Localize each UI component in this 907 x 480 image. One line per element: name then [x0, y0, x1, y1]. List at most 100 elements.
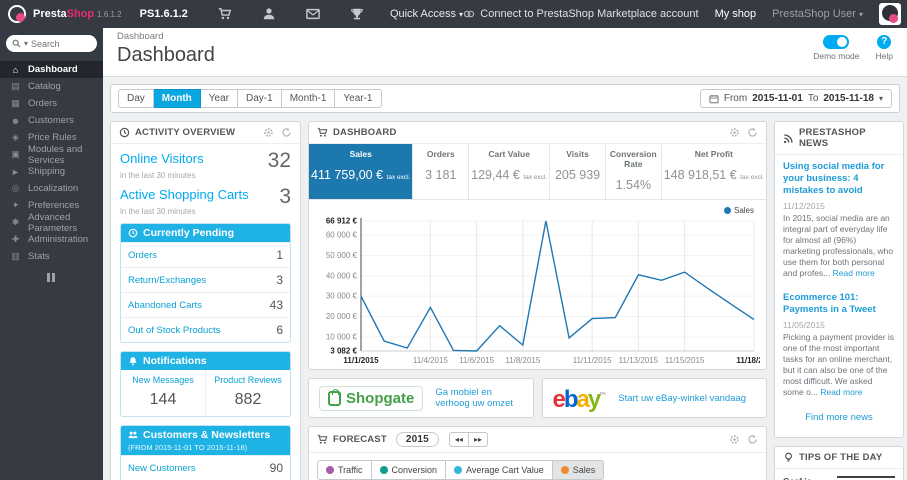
sidebar-item-advanced-parameters[interactable]: ✱ Advanced Parameters: [0, 212, 103, 234]
tips-headline: Geef je Sales in het buitenland een Boos…: [783, 476, 829, 480]
pending-returns-row[interactable]: Return/Exchanges 3: [121, 267, 290, 292]
pending-orders-row[interactable]: Orders 1: [121, 242, 290, 267]
chevron-down-icon: ▾: [858, 10, 863, 19]
user-menu[interactable]: PrestaShop User ▾: [772, 8, 863, 20]
shopgate-link[interactable]: Ga mobiel en verhoog uw omzet: [435, 387, 522, 409]
shop-name[interactable]: PS1.6.1.2: [140, 8, 188, 20]
ebay-link[interactable]: Start uw eBay-winkel vandaag: [618, 393, 746, 404]
sidebar-item-dashboard[interactable]: ⌂ Dashboard: [0, 61, 103, 78]
svg-text:30 000 €: 30 000 €: [326, 292, 358, 301]
avatar[interactable]: [879, 3, 901, 25]
forecast-year[interactable]: 2015: [395, 432, 439, 447]
sidebar-item-modules[interactable]: ▣ Modules and Services: [0, 144, 103, 166]
lightbulb-icon: [783, 452, 794, 463]
read-more-link[interactable]: Read more: [820, 387, 862, 397]
demo-mode-toggle[interactable]: Demo mode: [813, 35, 860, 61]
kpi-cart-value[interactable]: Cart Value 129,44 € tax excl.: [468, 144, 549, 199]
modules-icon: ▣: [11, 149, 20, 159]
search-type-caret-icon[interactable]: ▾: [24, 39, 28, 48]
sidebar-item-administration[interactable]: ✚ Administration: [0, 231, 103, 248]
help-button[interactable]: ? Help: [876, 35, 893, 61]
page-title: Dashboard: [117, 44, 215, 66]
sidebar-collapse-button[interactable]: [46, 273, 57, 282]
product-reviews-cell[interactable]: Product Reviews 882: [205, 370, 290, 416]
kpi-orders[interactable]: Orders 3 181: [412, 144, 468, 199]
kpi-net-profit[interactable]: Net Profit 148 918,51 € tax excl.: [660, 144, 766, 199]
range-day-1-button[interactable]: Day-1: [238, 89, 282, 108]
svg-text:66 912 €: 66 912 €: [326, 217, 358, 226]
notifications-section: Notifications New Messages 144 Product Re…: [120, 351, 291, 417]
date-range-picker[interactable]: From 2015-11-01 To 2015-11-18 ▾: [699, 89, 892, 108]
range-month-1-button[interactable]: Month-1: [281, 89, 336, 108]
refresh-icon[interactable]: [281, 127, 292, 138]
range-year-1-button[interactable]: Year-1: [335, 89, 382, 108]
range-month-button[interactable]: Month: [153, 89, 201, 108]
forecast-next-button[interactable]: ▸▸: [467, 432, 488, 447]
prestashop-logo-icon[interactable]: [8, 5, 26, 23]
messages-icon[interactable]: [306, 7, 320, 21]
find-more-news-link[interactable]: Find more news: [783, 412, 895, 423]
forecast-conversion-button[interactable]: Conversion: [371, 460, 447, 480]
pending-abandoned-carts-row[interactable]: Abandoned Carts 43: [121, 292, 290, 317]
page-header: Dashboard Dashboard Demo mode ? Help: [103, 28, 907, 77]
kpi-row: Sales 411 759,00 € tax excl. Orders 3 181 …: [309, 144, 766, 200]
marketplace-link[interactable]: Connect to PrestaShop Marketplace accoun…: [463, 8, 699, 20]
bell-icon: [128, 356, 138, 366]
sidebar-item-stats[interactable]: ▥ Stats: [0, 248, 103, 265]
forecast-traffic-button[interactable]: Traffic: [317, 460, 372, 480]
online-visitors-link[interactable]: Online Visitors: [120, 151, 204, 166]
active-carts-link[interactable]: Active Shopping Carts: [120, 187, 249, 202]
gear-icon[interactable]: [729, 127, 740, 138]
news-article-title[interactable]: Using social media for your business: 4 …: [783, 161, 895, 197]
news-header: PRESTASHOP NEWS: [775, 122, 903, 155]
cart-icon[interactable]: [218, 7, 232, 21]
clock-icon: [119, 127, 130, 138]
link-icon: [463, 8, 475, 20]
refresh-icon[interactable]: [747, 434, 758, 445]
svg-text:11/18/201: 11/18/201: [736, 356, 760, 365]
gear-icon[interactable]: [729, 434, 740, 445]
sidebar-item-localization[interactable]: ◎ Localization: [0, 180, 103, 197]
search-input[interactable]: [31, 38, 87, 49]
sales-line-chart: 66 912 € 60 000 € 50 000 € 40 000 € 30 000 €…: [326, 217, 760, 366]
ingenico-logo[interactable]: ingenico Payment services: [833, 475, 895, 480]
refresh-icon[interactable]: [747, 127, 758, 138]
rss-icon: [783, 133, 794, 144]
gears-icon: ✱: [11, 217, 20, 227]
new-messages-cell[interactable]: New Messages 144: [121, 370, 205, 416]
range-day-button[interactable]: Day: [118, 89, 154, 108]
ebay-ad[interactable]: ebay™ Start uw eBay-winkel vandaag: [541, 378, 767, 418]
pending-out-of-stock-row[interactable]: Out of Stock Products 6: [121, 317, 290, 342]
customers-icon[interactable]: [262, 7, 276, 21]
news-article: Using social media for your business: 4 …: [783, 161, 895, 278]
traffic-dot-icon: [326, 466, 334, 474]
quick-access-menu[interactable]: Quick Access ▾: [390, 8, 463, 20]
toggle-on-icon[interactable]: [823, 35, 850, 49]
trophy-icon[interactable]: [350, 7, 364, 21]
svg-text:11/4/2015: 11/4/2015: [413, 356, 449, 365]
news-article-date: 11/05/2015: [783, 319, 825, 330]
chart-legend[interactable]: Sales: [315, 204, 760, 215]
home-icon: ⌂: [12, 64, 19, 75]
news-article-title[interactable]: Ecommerce 101: Payments in a Tweet: [783, 292, 895, 316]
search-box[interactable]: ▾: [6, 35, 97, 52]
sidebar-item-customers[interactable]: ☻ Customers: [0, 112, 103, 129]
kpi-visits[interactable]: Visits 205 939: [549, 144, 605, 199]
sidebar-item-catalog[interactable]: ▤ Catalog: [0, 78, 103, 95]
forecast-sales-button[interactable]: Sales: [552, 460, 605, 480]
shopgate-ad[interactable]: Shopgate Ga mobiel en verhoog uw omzet: [308, 378, 534, 418]
sidebar-item-orders[interactable]: ▦ Orders: [0, 95, 103, 112]
help-icon[interactable]: ?: [877, 35, 892, 49]
range-year-button[interactable]: Year: [200, 89, 239, 108]
kpi-conversion-rate[interactable]: Conversion Rate 1.54%: [604, 144, 661, 199]
read-more-link[interactable]: Read more: [833, 268, 875, 278]
sidebar-item-shipping[interactable]: ► Shipping: [0, 163, 103, 180]
content: Dashboard Dashboard Demo mode ? Help Day…: [103, 28, 907, 480]
forecast-prev-button[interactable]: ◂◂: [448, 432, 468, 447]
forecast-avg-cart-value-button[interactable]: Average Cart Value: [446, 460, 553, 480]
gear-icon[interactable]: [263, 127, 274, 138]
breadcrumb[interactable]: Dashboard: [117, 31, 813, 42]
my-shop-link[interactable]: My shop: [715, 8, 757, 20]
kpi-sales[interactable]: Sales 411 759,00 € tax excl.: [309, 144, 413, 199]
new-customers-row[interactable]: New Customers 90: [121, 455, 290, 480]
